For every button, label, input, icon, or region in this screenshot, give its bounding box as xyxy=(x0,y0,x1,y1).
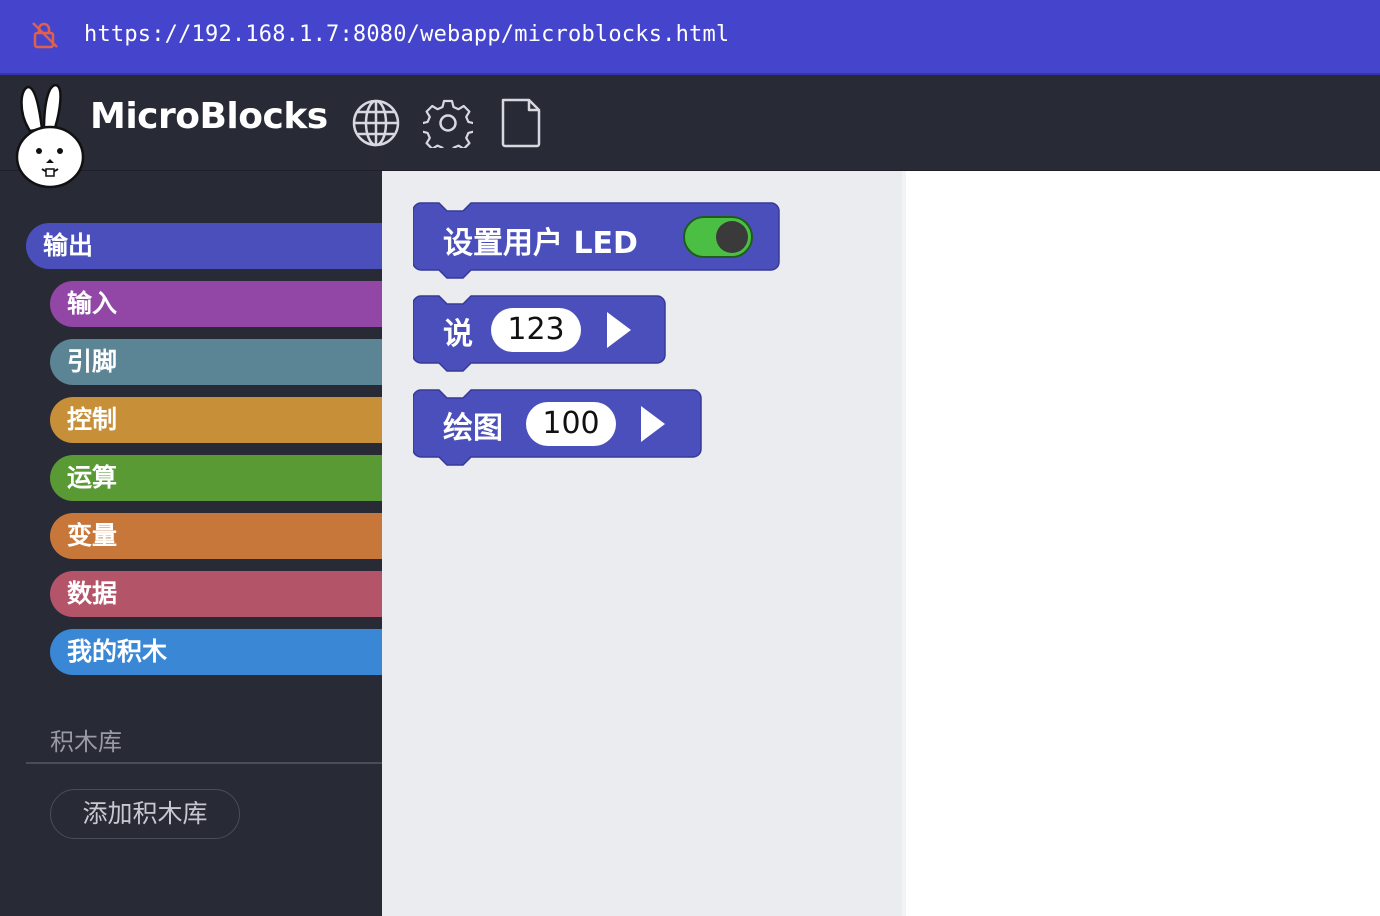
block-palette: 设置用户 LED 说 123 绘图 100 xyxy=(382,171,902,916)
expand-arrow-icon[interactable] xyxy=(607,312,631,348)
set-user-led-block[interactable]: 设置用户 LED xyxy=(413,202,781,282)
app-brand-title: MicroBlocks xyxy=(90,96,328,137)
category-pins[interactable]: 引脚 xyxy=(50,339,382,385)
say-block[interactable]: 说 123 xyxy=(413,295,667,375)
category-operators[interactable]: 运算 xyxy=(50,455,382,501)
category-data[interactable]: 数据 xyxy=(50,571,382,617)
block-label: 说 xyxy=(443,317,473,352)
expand-arrow-icon[interactable] xyxy=(641,406,665,442)
browser-url-bar[interactable]: https://192.168.1.7:8080/webapp/microblo… xyxy=(0,0,1380,75)
led-toggle-switch[interactable] xyxy=(683,216,753,258)
category-variables[interactable]: 变量 xyxy=(50,513,382,559)
insecure-lock-icon xyxy=(32,22,58,49)
libraries-divider xyxy=(26,762,382,764)
file-icon[interactable] xyxy=(497,98,547,148)
graph-value-input[interactable]: 100 xyxy=(526,402,616,446)
category-my-blocks[interactable]: 我的积木 xyxy=(50,629,382,675)
toggle-knob xyxy=(716,221,748,253)
url-text[interactable]: https://192.168.1.7:8080/webapp/microblo… xyxy=(84,22,729,47)
category-output[interactable]: 输出 xyxy=(26,223,382,269)
globe-icon[interactable] xyxy=(351,98,401,148)
libraries-title: 积木库 xyxy=(50,728,122,756)
graph-block[interactable]: 绘图 100 xyxy=(413,389,703,469)
category-input[interactable]: 输入 xyxy=(50,281,382,327)
block-label: 设置用户 LED xyxy=(443,226,638,261)
add-library-button[interactable]: 添加积木库 xyxy=(50,789,240,839)
microblocks-bunny-logo[interactable] xyxy=(12,83,88,193)
scripting-area[interactable] xyxy=(906,171,1380,916)
gear-icon[interactable] xyxy=(423,98,473,148)
category-control[interactable]: 控制 xyxy=(50,397,382,443)
block-label: 绘图 xyxy=(443,411,503,446)
say-value-input[interactable]: 123 xyxy=(491,308,581,352)
